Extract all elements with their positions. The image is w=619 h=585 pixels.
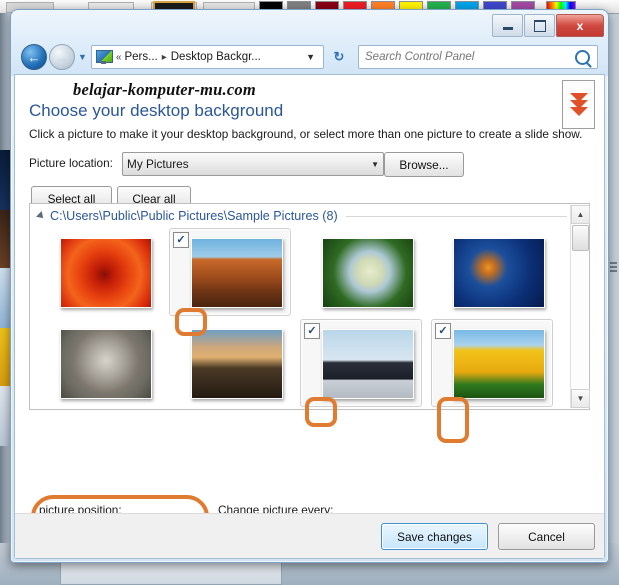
picture-list-scrollbar[interactable]: ▲ ▼ [570,205,590,408]
scrollbar-thumb[interactable] [572,225,589,251]
thumbnail-image-desert[interactable] [191,238,283,308]
thumbnail-checkbox[interactable]: ✓ [435,323,451,339]
refresh-icon: ↻ [333,49,345,64]
thumbnail-item-jellyfish[interactable]: ✓ [431,228,553,316]
minimize-button[interactable] [492,14,523,37]
forward-button[interactable]: → [49,44,75,70]
thumbnail-item-lighthouse[interactable]: ✓ [169,319,291,407]
window-body: belajar-komputer-mu.com Choose your desk… [14,74,605,559]
browse-button[interactable]: Browse... [384,152,464,177]
cancel-button[interactable]: Cancel [498,523,595,550]
page-title: Choose your desktop background [29,101,284,120]
dialog-footer: Save changes Cancel [15,513,604,558]
breadcrumb-item-desktop-background[interactable]: Desktop Backgr... [171,51,261,63]
maximize-button[interactable] [524,14,555,37]
window-controls: x [491,14,604,37]
thumbnail-image-tulips[interactable] [453,329,545,399]
back-button[interactable]: ← [21,44,47,70]
desktop-background-window: x ← → ▼ « Pers... ▸ Desktop Backgr... ▼ … [10,9,609,563]
navigation-bar: ← → ▼ « Pers... ▸ Desktop Backgr... ▼ ↻ [21,44,598,70]
scroll-up-icon: ▲ [576,210,585,219]
search-icon [575,49,590,65]
save-changes-button[interactable]: Save changes [381,523,488,550]
thumbnail-grid: ✓ ✓ ✓ ✓ [38,228,567,407]
address-breadcrumb-bar[interactable]: « Pers... ▸ Desktop Backgr... ▼ [90,45,324,69]
scroll-down-icon: ▼ [576,394,585,403]
scroll-up-button[interactable]: ▲ [571,205,590,224]
thumbnail-item-koala[interactable]: ✓ [38,319,160,407]
breadcrumb-separator-icon[interactable]: ▸ [162,52,167,63]
maximize-icon [533,19,546,32]
page-description: Click a picture to make it your desktop … [29,127,583,141]
picture-location-value: My Pictures [127,157,189,171]
thumbnail-checkbox[interactable]: ✓ [173,232,189,248]
expander-triangle-icon[interactable] [36,211,46,221]
thumbnail-item-desert[interactable]: ✓ [169,228,291,316]
refresh-button[interactable]: ↻ [326,46,352,68]
search-box[interactable] [358,45,598,69]
picture-group-header[interactable]: C:\Users\Public\Public Pictures\Sample P… [36,209,567,223]
scroll-down-button[interactable]: ▼ [571,389,590,408]
resize-gripper-icon[interactable] [610,262,617,276]
breadcrumb-overflow-icon[interactable]: « [116,52,122,63]
thumbnail-image-chrysanthemum[interactable] [60,238,152,308]
thumbnail-item-hydrangeas[interactable]: ✓ [300,228,422,316]
thumbnail-image-lighthouse[interactable] [191,329,283,399]
download-arrows-icon[interactable] [562,80,595,129]
picture-group-path: C:\Users\Public\Public Pictures\Sample P… [50,209,338,223]
thumbnail-item-chrysanthemum[interactable]: ✓ [38,228,160,316]
thumbnail-image-hydrangeas[interactable] [322,238,414,308]
download-arrow-3 [569,107,588,116]
search-input[interactable] [363,50,575,64]
picture-location-dropdown[interactable]: My Pictures ▼ [122,152,384,176]
recent-pages-caret-icon[interactable]: ▼ [78,52,87,62]
content-pane: belajar-komputer-mu.com Choose your desk… [15,75,604,514]
thumbnail-checkbox[interactable]: ✓ [304,323,320,339]
breadcrumb-item-personalization[interactable]: Pers... [124,51,157,63]
thumbnail-image-penguins[interactable] [322,329,414,399]
picture-location-label: Picture location: [29,156,113,170]
group-divider [345,215,567,217]
site-watermark: belajar-komputer-mu.com [73,80,256,99]
breadcrumb-dropdown-caret-icon[interactable]: ▼ [300,52,321,62]
thumbnail-image-koala[interactable] [60,329,152,399]
thumbnail-item-penguins[interactable]: ✓ [300,319,422,407]
thumbnail-image-jellyfish[interactable] [453,238,545,308]
close-icon: x [576,18,584,33]
thumbnail-item-tulips[interactable]: ✓ [431,319,553,407]
minimize-icon [502,27,513,30]
picture-list: C:\Users\Public\Public Pictures\Sample P… [29,203,590,410]
forward-arrow-icon: → [55,49,69,65]
chevron-down-icon: ▼ [371,159,379,169]
back-arrow-icon: ← [27,49,41,65]
control-panel-icon [95,50,113,64]
close-button[interactable]: x [556,14,604,37]
